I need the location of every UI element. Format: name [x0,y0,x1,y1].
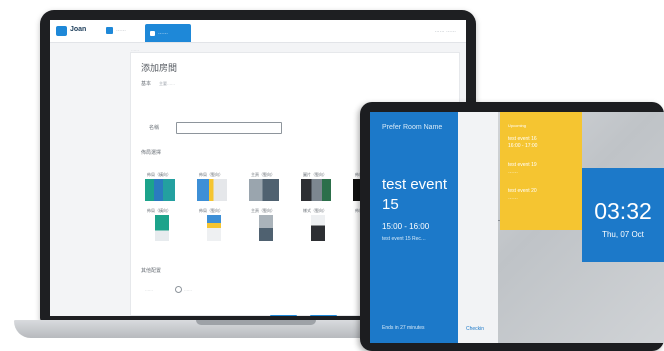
template-thumbnail[interactable] [145,179,175,201]
template-thumbnail[interactable] [155,215,169,241]
event-number: 15 [382,196,399,213]
laptop-hinge [196,320,316,325]
cancel-button[interactable]: 取消 [270,315,297,316]
confirm-button[interactable]: 確定 [310,315,337,316]
template-section-label: 佈局選擇 [141,150,162,156]
section-basic-sub: 主要…… [159,81,175,86]
event-description: test event 15 Rec… [382,236,426,242]
radio-option[interactable] [175,286,182,293]
template-title: 主頁（豎向） [251,208,275,213]
template-title: 佈局（豎向） [199,172,223,177]
template-thumbnail[interactable] [311,215,325,241]
ends-in-label: Ends in 27 minutes [382,325,425,331]
radio-option-label[interactable]: …… [184,287,192,292]
template-thumbnail[interactable] [259,215,273,241]
tab-label: …… [158,30,168,36]
tab-icon [150,31,155,36]
section-basic-label: 基本 [141,81,152,87]
template-title: 樣式（豎向） [303,208,327,213]
upcoming-time: 16:00 - 17:00 [508,143,538,149]
app-topbar: Joan …… …… …… …… [50,20,466,43]
name-input[interactable] [176,122,282,134]
name-field-label: 名稱 [149,125,160,131]
page-title: 添加房間 [141,63,178,73]
upcoming-panel: Upcoming test event 16 16:00 - 17:00 tes… [500,112,582,230]
upcoming-title[interactable]: test event 20 [508,188,537,195]
background-wall [458,112,498,343]
nav-item-label[interactable]: …… [116,27,126,33]
event-title: test event [382,176,448,193]
upcoming-title[interactable]: test event 19 [508,162,537,169]
event-time: 15:00 - 16:00 [382,222,430,231]
tab-active[interactable]: …… [145,24,191,42]
brand-name: Joan [70,26,87,33]
template-title: 佈局（豎向） [199,208,223,213]
checkin-button[interactable]: Checkin [466,326,484,332]
upcoming-title[interactable]: test event 16 [508,136,537,143]
upcoming-time: …… [508,195,518,201]
breadcrumb[interactable]: …… [131,47,139,52]
template-title: 圖片（豎向） [303,172,327,177]
brand-logo-icon [56,26,67,36]
clock-panel: 03:32 Thu, 07 Oct [582,168,664,262]
current-event-panel: Prefer Room Name test event 15 15:00 - 1… [370,112,458,343]
user-menu[interactable]: …… …… [435,28,456,34]
other-settings-label: 其他配置 [141,268,162,274]
template-thumbnail[interactable] [197,179,227,201]
tablet-screen: Prefer Room Name test event 15 15:00 - 1… [370,112,664,343]
clock-time: 03:32 [594,198,652,224]
template-title: 佈局（橫向） [147,172,171,177]
template-title: 主頁（豎向） [251,172,275,177]
clock-date: Thu, 07 Oct [602,230,644,239]
template-thumbnail[interactable] [207,215,221,241]
radio-group-label: …… [145,287,153,292]
template-title: 佈局（橫向） [147,208,171,213]
template-thumbnail[interactable] [249,179,279,201]
template-thumbnail[interactable] [301,179,331,201]
upcoming-time: …… [508,169,518,175]
room-name: Prefer Room Name [382,124,443,131]
upcoming-header: Upcoming [508,123,527,128]
grid-icon[interactable] [106,27,113,34]
